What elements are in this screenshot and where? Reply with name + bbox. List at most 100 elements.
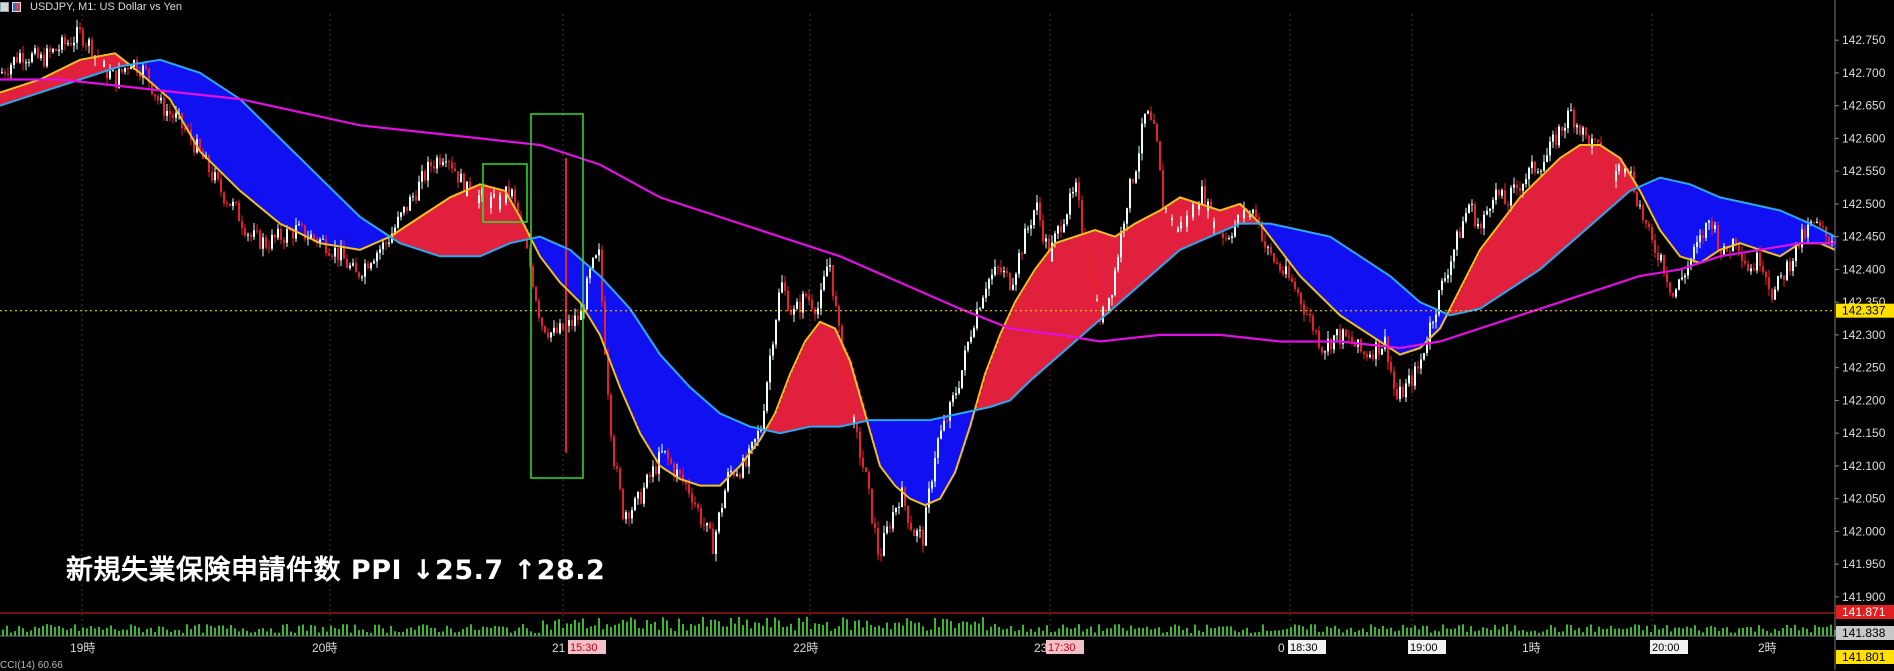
ma-cloud-segment xyxy=(798,356,801,430)
candle-body xyxy=(331,255,333,257)
volume-bar xyxy=(454,632,456,636)
candle-body xyxy=(1717,225,1719,250)
sub-price-label: 141.838 xyxy=(1842,626,1886,640)
candle-body xyxy=(1195,204,1197,210)
ma-cloud-segment xyxy=(160,59,163,91)
ma-cloud-segment xyxy=(252,110,255,201)
chart-properties-icon[interactable] xyxy=(0,2,9,12)
volume-bar xyxy=(1378,628,1380,636)
ma-cloud-segment xyxy=(552,241,555,273)
candle-body xyxy=(1147,111,1149,114)
candle-body xyxy=(643,487,645,504)
ma-cloud-segment xyxy=(1188,200,1191,247)
volume-bar xyxy=(1270,631,1272,636)
volume-bar xyxy=(1438,631,1440,636)
ma-cloud-segment xyxy=(1102,232,1105,318)
ma-cloud-segment xyxy=(1228,207,1231,229)
volume-bar xyxy=(1730,632,1732,636)
ma-cloud-segment xyxy=(1780,210,1783,257)
candle-body xyxy=(1018,253,1020,274)
ma-cloud-segment xyxy=(982,384,985,409)
volume-bar xyxy=(998,626,1000,636)
volume-bar xyxy=(166,629,168,636)
ma-cloud-segment xyxy=(1414,296,1417,350)
volume-bar xyxy=(1194,624,1196,636)
time-tick-label: 1時 xyxy=(1522,641,1541,655)
volume-bar xyxy=(838,626,840,636)
candle-body xyxy=(1813,221,1815,223)
symbol-icon[interactable] xyxy=(12,2,21,12)
ma-cloud-segment xyxy=(1722,197,1725,250)
candle-body xyxy=(970,336,972,342)
ma-cloud-segment xyxy=(1268,223,1271,235)
ma-cloud-segment xyxy=(1498,226,1501,297)
ma-cloud-segment xyxy=(918,420,921,503)
ma-cloud-segment xyxy=(578,256,581,301)
volume-bar xyxy=(118,630,120,636)
candle-body xyxy=(73,42,75,46)
volume-bar xyxy=(946,618,948,636)
candle-body xyxy=(598,249,600,256)
ma-cloud-segment xyxy=(1512,207,1515,288)
candle-body xyxy=(214,172,216,181)
candle-body xyxy=(1024,228,1026,254)
ma-cloud-segment xyxy=(1170,203,1173,259)
ma-cloud-segment xyxy=(1500,223,1503,296)
candle-body xyxy=(1651,227,1653,241)
ma-cloud-segment xyxy=(362,218,365,249)
ma-cloud-segment xyxy=(340,197,343,247)
ma-cloud-segment xyxy=(6,90,9,104)
candle-body xyxy=(1480,223,1482,229)
ma-cloud-segment xyxy=(1178,198,1181,252)
candle-body xyxy=(775,320,777,345)
candle-body xyxy=(1,72,3,74)
ma-cloud-segment xyxy=(1086,233,1089,332)
volume-bar xyxy=(878,625,880,636)
volume-bar xyxy=(1618,628,1620,636)
volume-bar xyxy=(594,625,596,636)
candle-body xyxy=(427,161,429,181)
ma-cloud-segment xyxy=(262,120,265,209)
candle-body xyxy=(1180,221,1182,229)
ma-cloud-segment xyxy=(420,217,423,250)
ma-cloud-segment xyxy=(1338,241,1341,314)
ma-cloud-segment xyxy=(676,372,679,477)
candle-body xyxy=(4,72,6,75)
volume-bar xyxy=(858,620,860,636)
volume-bar xyxy=(34,626,36,636)
ma-cloud-segment xyxy=(1164,207,1167,264)
ma-cloud-segment xyxy=(836,330,839,427)
candle-body xyxy=(691,493,693,503)
candle-body xyxy=(1273,253,1275,262)
candle-body xyxy=(1648,223,1650,228)
ma-cloud-segment xyxy=(180,66,183,117)
candle-body xyxy=(1744,260,1746,264)
candle-body xyxy=(169,110,171,115)
volume-bar xyxy=(82,627,84,636)
volume-bar xyxy=(818,623,820,636)
volume-bar xyxy=(1522,629,1524,636)
volume-bar xyxy=(566,623,568,636)
volume-bar xyxy=(434,628,436,636)
candle-body xyxy=(997,266,999,268)
volume-bar xyxy=(1142,628,1144,636)
ma-cloud-segment xyxy=(1024,287,1027,387)
ma-cloud-segment xyxy=(706,401,709,486)
volume-bar xyxy=(1102,630,1104,636)
ma-cloud-segment xyxy=(226,89,229,178)
candle-body xyxy=(1015,273,1017,285)
volume-bar xyxy=(1678,627,1680,636)
volume-bar xyxy=(314,625,316,636)
ma-cloud-segment xyxy=(1372,264,1375,337)
volume-bar xyxy=(674,631,676,636)
volume-bar xyxy=(1662,628,1664,636)
ma-cloud-segment xyxy=(34,81,37,95)
ma-cloud-segment xyxy=(240,99,243,191)
candle-body xyxy=(697,504,699,509)
candle-body xyxy=(1828,236,1830,243)
volume-bar xyxy=(402,631,404,636)
volume-bar xyxy=(22,628,24,636)
ma-cloud-segment xyxy=(428,211,431,253)
candle-body xyxy=(1126,208,1128,224)
candle-body xyxy=(1621,164,1623,174)
